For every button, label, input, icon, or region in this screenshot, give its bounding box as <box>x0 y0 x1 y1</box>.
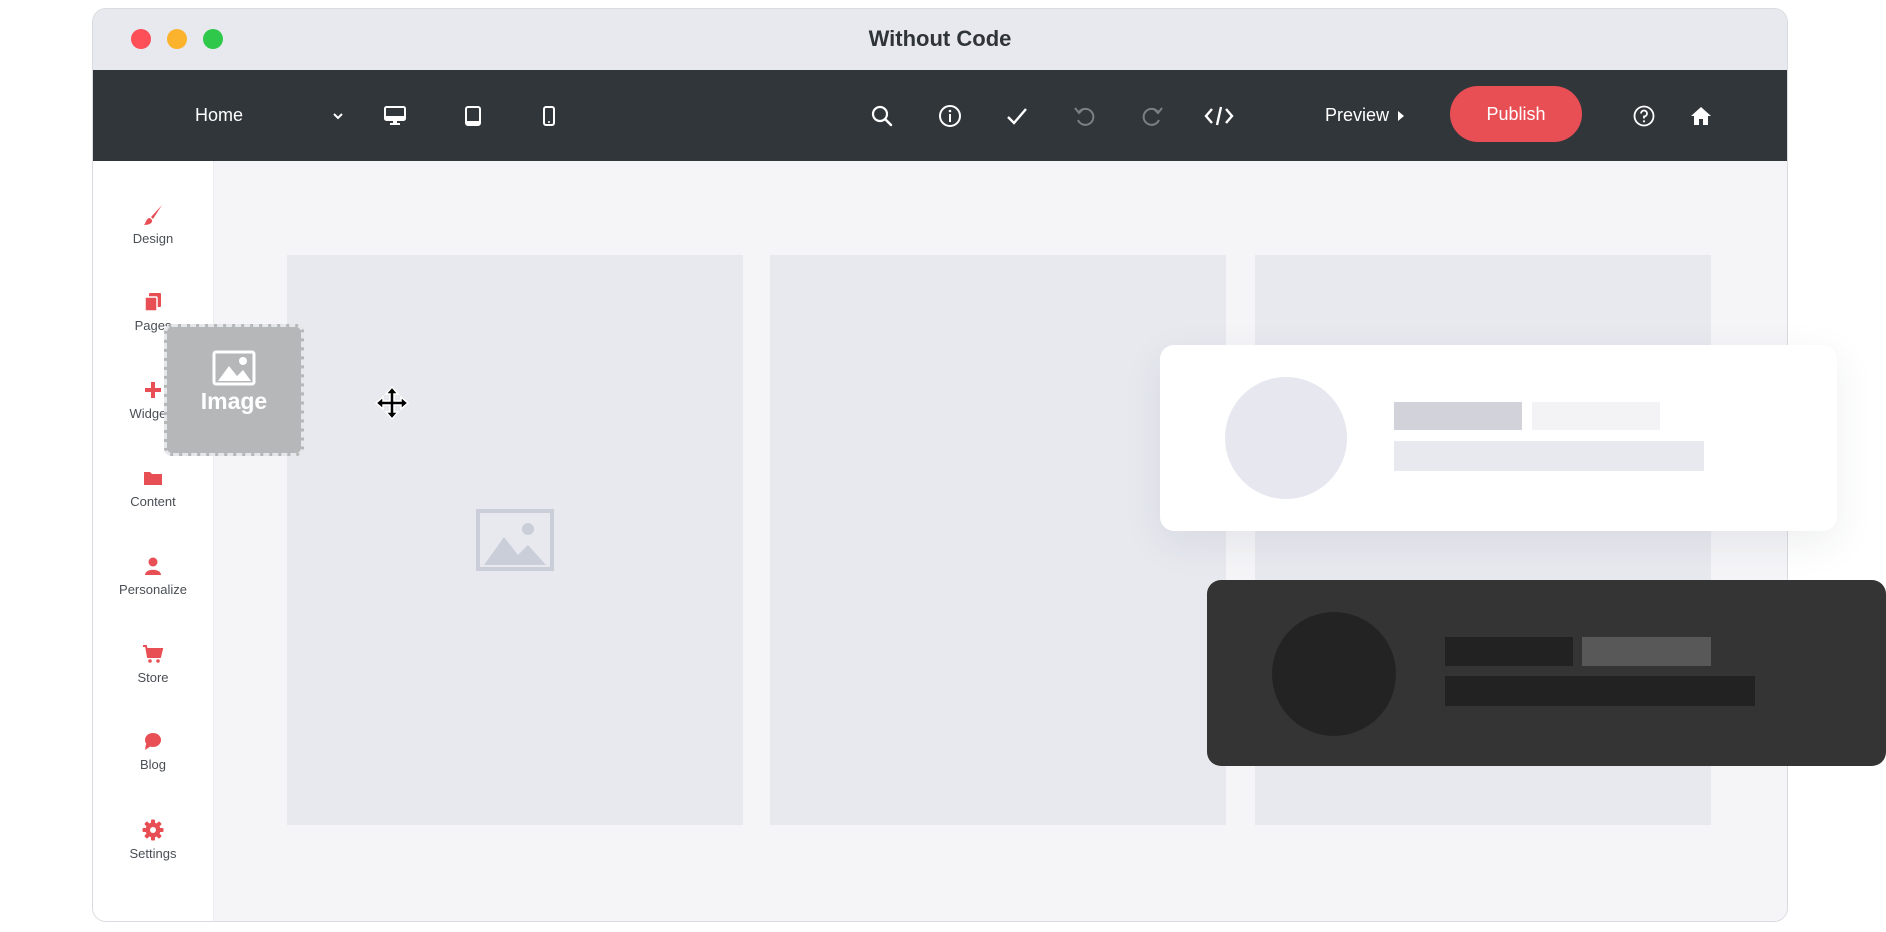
caret-right-icon <box>1397 110 1405 122</box>
preview-label: Preview <box>1324 105 1390 125</box>
avatar-placeholder <box>1225 377 1347 499</box>
preview-card-dark <box>1207 580 1886 766</box>
publish-button[interactable]: Publish <box>1450 86 1582 142</box>
editor-canvas[interactable] <box>214 161 1787 921</box>
chat-bubble-icon <box>93 729 213 753</box>
sidebar-item-design[interactable]: Design <box>93 203 213 246</box>
dragging-image-widget[interactable]: Image <box>164 324 304 456</box>
code-button[interactable] <box>1199 70 1239 161</box>
sidebar-item-blog[interactable]: Blog <box>93 729 213 772</box>
text-placeholder-bar <box>1445 637 1573 666</box>
pages-icon <box>93 290 213 314</box>
sidebar-item-label: Content <box>130 494 176 509</box>
page-select[interactable]: Home <box>195 70 345 161</box>
folder-icon <box>93 466 213 490</box>
text-placeholder-bar <box>1532 402 1660 430</box>
cart-icon <box>93 642 213 666</box>
check-button[interactable] <box>997 70 1037 161</box>
help-button[interactable] <box>1624 70 1664 161</box>
text-placeholder-bar <box>1582 637 1711 666</box>
search-button[interactable] <box>862 70 902 161</box>
text-placeholder-bar <box>1394 441 1704 471</box>
help-icon <box>1633 105 1655 127</box>
redo-icon <box>1141 104 1165 128</box>
page-select-value: Home <box>195 105 244 125</box>
left-sidebar: Design Pages Widgets Content Personalize <box>93 161 214 921</box>
tablet-icon <box>464 105 482 127</box>
sidebar-item-label: Blog <box>139 757 167 772</box>
sidebar-item-store[interactable]: Store <box>93 642 213 685</box>
mobile-icon <box>542 105 556 127</box>
desktop-view-button[interactable] <box>375 70 415 161</box>
image-placeholder-icon <box>476 509 554 576</box>
title-bar: Without Code <box>93 9 1787 70</box>
editor-toolbar: Home Preview Publish <box>93 70 1787 161</box>
check-icon <box>1005 104 1029 128</box>
info-icon <box>938 104 962 128</box>
layout-column[interactable] <box>770 255 1226 825</box>
text-placeholder-bar <box>1394 402 1522 430</box>
home-icon <box>1690 106 1712 126</box>
preview-card-light <box>1160 345 1837 531</box>
sidebar-item-label: Personalize <box>119 582 187 597</box>
tablet-view-button[interactable] <box>453 70 493 161</box>
sidebar-item-label: Settings <box>129 846 177 861</box>
move-cursor-icon <box>374 385 410 425</box>
mobile-view-button[interactable] <box>529 70 569 161</box>
sidebar-item-personalize[interactable]: Personalize <box>93 554 213 597</box>
home-button[interactable] <box>1681 70 1721 161</box>
sidebar-item-label: Store <box>137 670 169 685</box>
brush-icon <box>93 203 213 227</box>
drag-widget-label: Image <box>200 388 268 414</box>
avatar-placeholder <box>1272 612 1396 736</box>
text-placeholder-bar <box>1445 676 1755 706</box>
chevron-down-icon <box>331 109 345 123</box>
undo-icon <box>1072 104 1096 128</box>
preview-button[interactable]: Preview <box>1320 70 1410 161</box>
undo-button[interactable] <box>1064 70 1104 161</box>
gear-icon <box>93 818 213 842</box>
redo-button[interactable] <box>1133 70 1173 161</box>
code-icon <box>1204 104 1234 128</box>
search-icon <box>870 104 894 128</box>
info-button[interactable] <box>930 70 970 161</box>
image-icon <box>167 350 301 386</box>
sidebar-item-content[interactable]: Content <box>93 466 213 509</box>
layout-column[interactable] <box>287 255 743 825</box>
user-icon <box>93 554 213 578</box>
window-title: Without Code <box>868 26 1012 51</box>
desktop-icon <box>383 105 407 127</box>
sidebar-item-settings[interactable]: Settings <box>93 818 213 861</box>
sidebar-item-label: Design <box>132 231 174 246</box>
